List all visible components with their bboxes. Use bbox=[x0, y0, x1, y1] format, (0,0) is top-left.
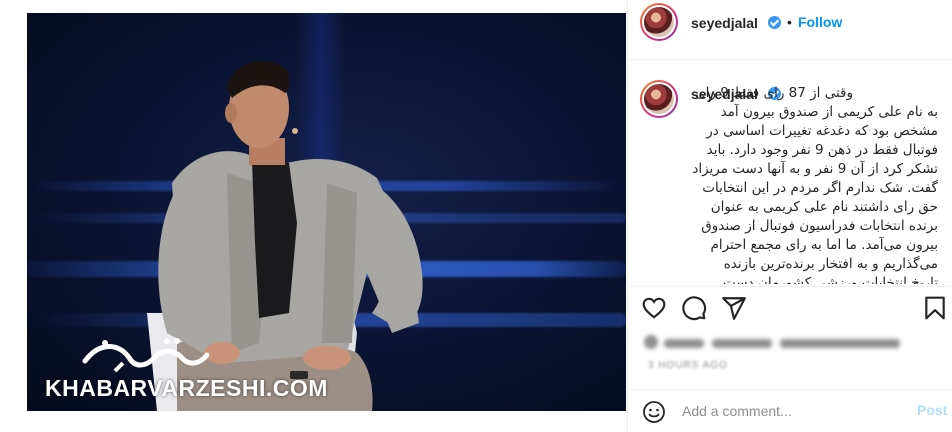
watermark-logo bbox=[82, 338, 210, 373]
post-side-panel: seyedjalal • Follow seyedjalal وقتی از 8… bbox=[627, 0, 952, 432]
blurred-bar bbox=[780, 339, 900, 348]
comment-bar: Post bbox=[628, 389, 952, 432]
emoji-icon[interactable] bbox=[642, 400, 666, 424]
caption-line: برنده انتخابات فدراسیون فوتبال از صندوق bbox=[701, 218, 938, 234]
caption-line: بیرون می‌آمد. ما اما به رای مجمع احترام bbox=[710, 237, 938, 253]
post-image[interactable]: KHABARVARZESHI.COM bbox=[27, 13, 626, 411]
caption-line: تشکر کرد از آن 9 نفر و به آنها دست مریزا… bbox=[692, 161, 938, 177]
caption-line: مشخص بود که دغدغه تغییرات اساسی در bbox=[706, 123, 938, 139]
caption-line: به نام علی کریمی از صندوق بیرون آمد bbox=[720, 104, 938, 120]
post-date: 3 HOURS AGO bbox=[648, 360, 728, 371]
comment-input[interactable] bbox=[682, 400, 912, 422]
post-comment-button[interactable]: Post bbox=[917, 402, 947, 418]
watermark-text: KHABARVARZESHI.COM bbox=[45, 375, 328, 401]
avatar-ring bbox=[642, 5, 676, 39]
heart-icon[interactable] bbox=[641, 295, 667, 321]
caption-line: وقتی از 87 رای فقط 9 رای bbox=[695, 85, 853, 101]
caption-line: تاریخ انتخابات ورزشی کشورمان دست bbox=[723, 275, 938, 284]
follow-button[interactable]: Follow bbox=[798, 14, 842, 30]
blurred-bar bbox=[712, 339, 772, 348]
share-icon[interactable] bbox=[721, 295, 747, 321]
bookmark-icon[interactable] bbox=[922, 295, 948, 321]
post-actions bbox=[628, 286, 952, 330]
avatar-image bbox=[644, 7, 674, 37]
blurred-bar bbox=[664, 339, 704, 348]
post-caption: وقتی از 87 رای فقط 9 رای به نام علی کریم… bbox=[668, 84, 938, 284]
post-header: seyedjalal • Follow bbox=[628, 0, 952, 60]
avatar[interactable] bbox=[640, 3, 678, 41]
comment-icon[interactable] bbox=[681, 295, 707, 321]
separator-dot: • bbox=[787, 14, 792, 30]
caption-line: می‌گذاریم و به افتخار برنده‌ترین بازنده bbox=[723, 256, 938, 272]
verified-badge-icon bbox=[768, 16, 781, 29]
caption-line: گفت. شک ندارم اگر مردم در این انتخابات bbox=[702, 180, 938, 196]
likes-summary-blurred bbox=[644, 333, 924, 357]
caption-line: حق رای داشتند نام علی کریمی به عنوان bbox=[710, 199, 938, 215]
caption-line: فوتبال فقط در ذهن 9 نفر وجود دارد. باید bbox=[706, 142, 938, 158]
username-link[interactable]: seyedjalal bbox=[691, 15, 758, 31]
blurred-bar bbox=[644, 335, 658, 349]
